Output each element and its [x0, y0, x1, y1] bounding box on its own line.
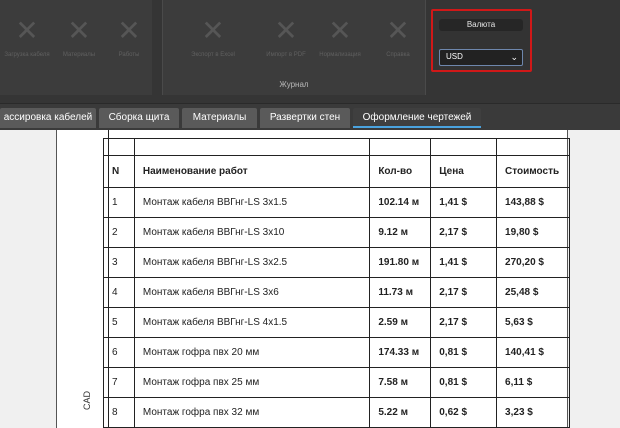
table-header-row: N Наименование работ Кол-во Цена Стоимос…: [103, 155, 570, 188]
chevron-down-icon: ⌄: [510, 52, 518, 62]
journal-group-caption: Журнал: [279, 80, 309, 89]
header-quantity: Кол-во: [369, 155, 432, 188]
tab-materials[interactable]: Материалы: [182, 108, 257, 128]
table-row: 4 Монтаж кабеля ВВГнг-LS 3x6 11.73 м 2,1…: [103, 277, 570, 308]
table-row: 2 Монтаж кабеля ВВГнг-LS 3x10 9.12 м 2,1…: [103, 217, 570, 248]
missing-image-icon: ✕: [201, 14, 225, 47]
header-work-name: Наименование работ: [133, 155, 371, 188]
journal-tool-2[interactable]: ✕ Импорт в PDF: [261, 16, 311, 66]
ribbon-tool-2[interactable]: ✕ Материалы: [54, 16, 104, 66]
tab-cable-routing[interactable]: ассировка кабелей: [0, 108, 96, 128]
table-row: 5 Монтаж кабеля ВВГнг-LS 4x1.5 2.59 м 2,…: [103, 307, 570, 338]
table-row: 3 Монтаж кабеля ВВГнг-LS 3x2.5 191.80 м …: [103, 247, 570, 278]
currency-panel: Валюта USD ⌄: [431, 9, 532, 72]
tab-bar: ассировка кабелей Сборка щита Материалы …: [0, 103, 620, 130]
missing-image-icon: ✕: [274, 14, 298, 47]
works-table: N Наименование работ Кол-во Цена Стоимос…: [103, 138, 570, 428]
header-n: N: [103, 155, 135, 188]
missing-image-icon: ✕: [386, 14, 410, 47]
journal-tool-3[interactable]: ✕ Нормализация: [315, 16, 365, 66]
ribbon-group-journal: ✕ Экспорт в Excel ✕ Импорт в PDF ✕ Норма…: [162, 0, 426, 95]
currency-label: Валюта: [439, 19, 523, 31]
table-row: 6 Монтаж гофра пвх 20 мм 174.33 м 0,81 $…: [103, 337, 570, 368]
currency-select[interactable]: USD ⌄: [439, 49, 523, 66]
missing-image-icon: ✕: [67, 14, 91, 47]
tab-panel-assembly[interactable]: Сборка щита: [99, 108, 179, 128]
table-row: 8 Монтаж гофра пвх 32 мм 5.22 м 0,62 $ 3…: [103, 397, 570, 428]
missing-image-icon: ✕: [15, 14, 39, 47]
header-price: Цена: [430, 155, 498, 188]
tab-wall-layouts[interactable]: Развертки стен: [260, 108, 350, 128]
missing-image-icon: ✕: [328, 14, 352, 47]
ribbon-toolbar: ✕ Загрузка кабеля ✕ Материалы ✕ Работы ✕…: [0, 0, 620, 103]
table-spacer-row: [103, 138, 570, 156]
header-cost: Стоимость: [496, 155, 570, 188]
ribbon-tool-3[interactable]: ✕ Работы: [104, 16, 154, 66]
tab-drawing-design[interactable]: Оформление чертежей: [353, 108, 481, 128]
missing-image-icon: ✕: [117, 14, 141, 47]
sheet-stamp: CAD: [82, 390, 92, 410]
ribbon-group-left: ✕ Загрузка кабеля ✕ Материалы ✕ Работы: [0, 0, 152, 95]
table-row: 1 Монтаж кабеля ВВГнг-LS 3x1.5 102.14 м …: [103, 187, 570, 218]
journal-tool-4[interactable]: ✕ Справка: [373, 16, 423, 66]
journal-tool-1[interactable]: ✕ Экспорт в Excel: [183, 16, 243, 66]
table-row: 7 Монтаж гофра пвх 25 мм 7.58 м 0,81 $ 6…: [103, 367, 570, 398]
currency-selected-value: USD: [446, 52, 463, 61]
ribbon-tool-1[interactable]: ✕ Загрузка кабеля: [2, 16, 52, 66]
